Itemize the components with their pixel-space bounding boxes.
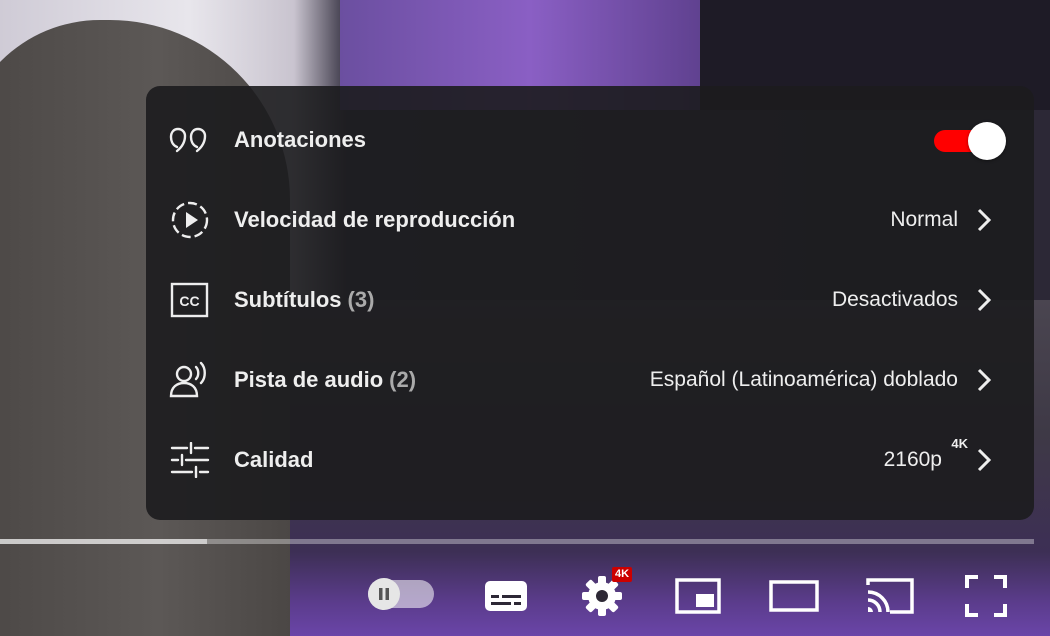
menu-value-playback-speed: Normal: [890, 208, 958, 231]
menu-item-annotations[interactable]: Anotaciones: [146, 100, 1034, 180]
miniplayer-button[interactable]: [672, 566, 724, 626]
menu-item-playback-speed[interactable]: Velocidad de reproducción Normal: [146, 180, 1034, 260]
settings-menu: Anotaciones Velocidad de reproducción No…: [146, 86, 1034, 520]
svg-text:CC: CC: [179, 293, 199, 309]
menu-value-audio-track: Español (Latinoamérica) doblado: [649, 368, 958, 391]
chevron-right-icon: [977, 448, 992, 472]
menu-label-subtitles-text: Subtítulos: [234, 287, 342, 312]
menu-value-quality: 2160p 4K: [883, 436, 968, 472]
menu-label-playback-speed: Velocidad de reproducción: [234, 207, 516, 232]
chevron-right-icon: [977, 288, 992, 312]
fullscreen-icon: [965, 575, 1007, 617]
annotations-toggle[interactable]: [932, 122, 1006, 160]
menu-label-audio-track-text: Pista de audio: [234, 367, 384, 392]
quality-value-text: 2160p: [883, 448, 942, 471]
cast-icon: [866, 578, 914, 614]
chevron-right-icon: [977, 208, 992, 232]
theater-mode-icon: [769, 580, 819, 612]
playback-speed-icon: [168, 200, 212, 240]
menu-label-subtitles: Subtítulos (3): [234, 287, 374, 313]
quality-4k-badge: 4K: [951, 436, 968, 451]
menu-item-quality[interactable]: Calidad 2160p 4K: [146, 420, 1034, 500]
menu-item-subtitles[interactable]: CC Subtítulos (3) Desactivados: [146, 260, 1034, 340]
subtitles-icon: [485, 581, 527, 611]
menu-count-subtitles: (3): [347, 287, 375, 312]
progress-bar[interactable]: [0, 539, 1034, 544]
fullscreen-button[interactable]: [962, 566, 1010, 626]
theater-mode-button[interactable]: [767, 566, 821, 626]
menu-count-audio-track: (2): [389, 367, 417, 392]
menu-item-audio-track[interactable]: Pista de audio (2) Español (Latinoamérica…: [146, 340, 1034, 420]
autoplay-knob: [368, 578, 400, 610]
menu-value-subtitles: Desactivados: [831, 288, 958, 311]
chevron-right-icon: [977, 368, 992, 392]
annotations-icon: [168, 120, 212, 160]
quality-icon: [168, 440, 212, 480]
miniplayer-icon: [675, 578, 721, 614]
player-controls: 4K: [0, 556, 1050, 636]
menu-label-annotations: Anotaciones: [234, 127, 367, 152]
audio-track-icon: [168, 360, 212, 400]
menu-label-quality: Calidad: [234, 447, 314, 472]
subtitles-icon: CC: [168, 280, 212, 320]
autoplay-toggle[interactable]: [368, 578, 434, 610]
cast-button[interactable]: [862, 566, 918, 626]
settings-quality-badge: 4K: [612, 567, 633, 582]
pause-icon: [379, 588, 389, 600]
annotations-toggle-knob: [968, 122, 1006, 160]
progress-played: [0, 539, 207, 544]
menu-label-audio-track: Pista de audio (2): [234, 367, 416, 393]
subtitles-button[interactable]: [480, 566, 532, 626]
